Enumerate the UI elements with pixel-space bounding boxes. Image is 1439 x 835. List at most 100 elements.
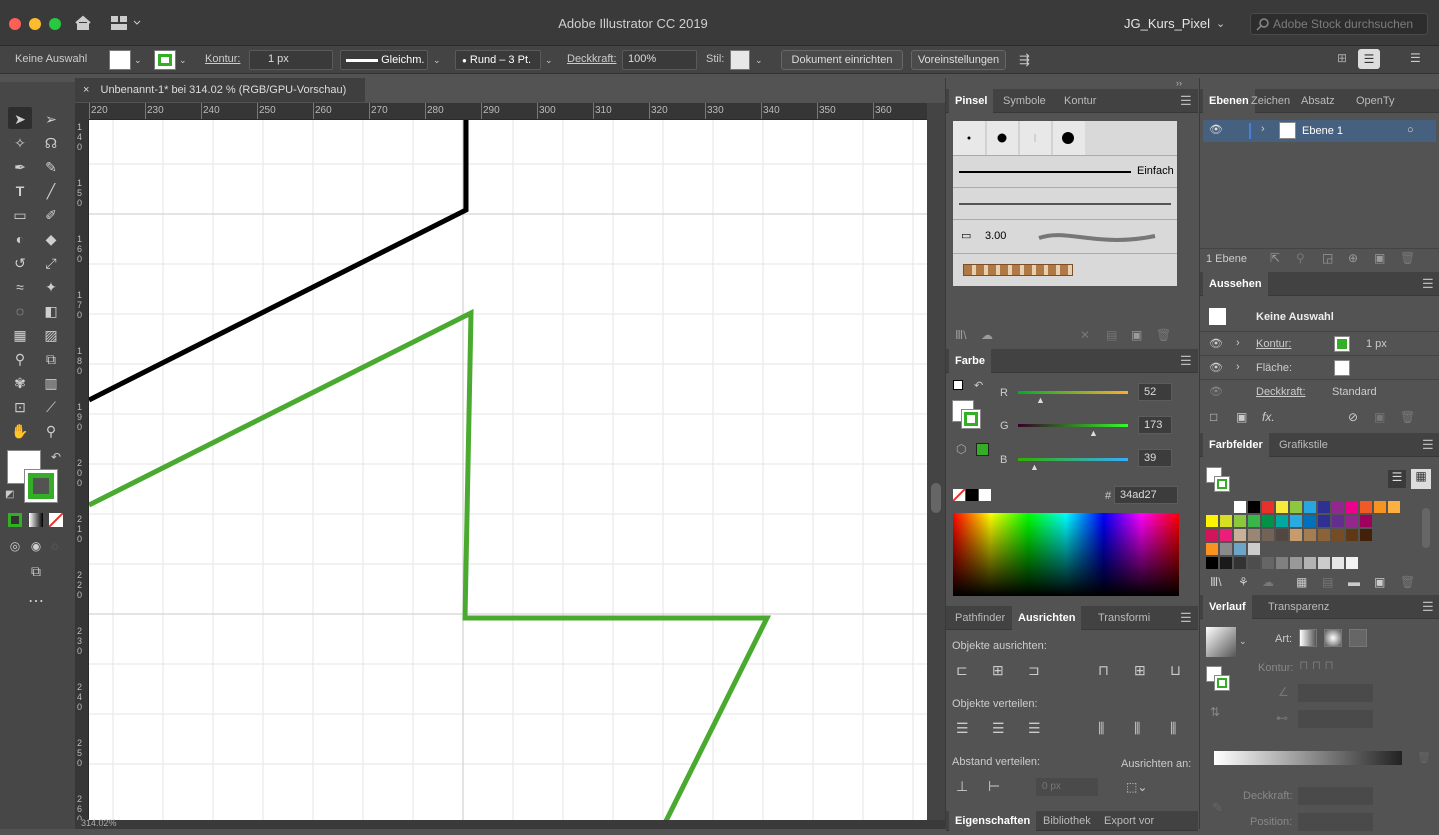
eye-icon[interactable]: 👁 [1209, 385, 1223, 398]
default-colors-icon[interactable]: ◩ [5, 489, 14, 500]
locate-icon[interactable]: ⚲ [1296, 251, 1305, 265]
align-left-icon[interactable]: ⊏ [956, 662, 968, 679]
align-right-icon[interactable]: ⊐ [1028, 662, 1040, 679]
distribute-right-icon[interactable]: ⫼ [1170, 720, 1176, 737]
add-fill-icon[interactable]: ▣ [1236, 410, 1247, 424]
color-swatch[interactable] [1234, 515, 1246, 527]
gradient-position-field[interactable] [1298, 813, 1373, 831]
chevron-right-icon[interactable]: › [1236, 361, 1240, 373]
free-transform-tool-icon[interactable]: ◌ [10, 301, 30, 321]
color-swatch[interactable] [1206, 529, 1218, 541]
color-swatch[interactable] [1332, 529, 1344, 541]
gradient-opacity-field[interactable] [1298, 787, 1373, 805]
align-vcenter-icon[interactable]: ⊞ [1134, 662, 1146, 679]
color-spectrum[interactable] [953, 513, 1179, 596]
trash-icon[interactable]: 🗑 [1417, 751, 1431, 764]
blend-tool-icon[interactable]: ⧉ [41, 349, 61, 369]
kinds-icon[interactable]: ⚘ [1238, 575, 1249, 589]
menu-icon[interactable]: ☰ [1180, 353, 1192, 369]
line-tool-icon[interactable]: ╱ [41, 181, 61, 201]
gradient-tool-icon[interactable]: ▨ [41, 325, 61, 345]
draw-inside-icon[interactable]: ◌ [45, 536, 65, 556]
color-swatch[interactable] [1346, 529, 1358, 541]
stroke-label[interactable]: Kontur: [1256, 338, 1291, 350]
folder-icon[interactable]: ▬ [1348, 575, 1360, 589]
magic-wand-tool-icon[interactable]: ✧ [10, 133, 30, 153]
stroke-weight-field[interactable]: 1 px [249, 50, 333, 70]
collapse-icon[interactable]: ›› [1176, 78, 1182, 88]
new-swatch-icon[interactable]: ▣ [1374, 575, 1385, 589]
color-swatch[interactable] [1304, 557, 1316, 569]
tab-export[interactable]: Export vor [1098, 811, 1160, 835]
cloud-icon[interactable]: ☁ [1262, 575, 1274, 589]
swap-fill-stroke-icon[interactable]: ↶ [51, 450, 61, 464]
horizontal-ruler[interactable]: 220 230 240 250 260 270 280 290 300 310 320 330 340 3… [89, 103, 927, 120]
selection-tool-icon[interactable]: ➤ [10, 109, 30, 129]
appearance-fill-row[interactable]: 👁 › Fläche: [1200, 355, 1439, 379]
color-swatch[interactable] [1220, 515, 1232, 527]
color-swatch[interactable] [1248, 543, 1260, 555]
variable-width-profile[interactable]: Gleichm. [340, 50, 428, 70]
gradient-mode-icon[interactable] [29, 513, 43, 527]
b-field[interactable]: 39 [1138, 449, 1172, 467]
edit-toolbar-icon[interactable]: ⋯ [26, 592, 46, 612]
fill-swatch[interactable] [1334, 360, 1350, 376]
distribute-hspace-icon[interactable]: ⊢ [988, 778, 1000, 795]
tab-transparency[interactable]: Transparenz [1262, 595, 1335, 619]
tab-stroke[interactable]: Kontur [1058, 89, 1102, 113]
slider-thumb-icon[interactable]: ▲ [1030, 462, 1039, 472]
r-slider[interactable] [1018, 391, 1128, 394]
color-swatch[interactable] [1276, 515, 1288, 527]
chevron-down-icon[interactable]: ⌄ [545, 55, 553, 66]
eye-icon[interactable]: 👁 [1209, 337, 1223, 350]
close-tab-icon[interactable]: × [83, 84, 89, 96]
trash-icon[interactable]: 🗑 [1400, 575, 1415, 589]
chevron-down-icon[interactable]: ⌄ [179, 55, 187, 66]
slider-thumb-icon[interactable]: ▲ [1036, 395, 1045, 405]
color-swatch[interactable] [1290, 515, 1302, 527]
chevron-down-icon[interactable]: ⌄ [433, 55, 441, 66]
color-swatch[interactable] [1234, 557, 1246, 569]
chevron-down-icon[interactable]: ⌄ [134, 55, 142, 66]
distribute-hcenter-icon[interactable]: ⫼ [1134, 720, 1140, 737]
clear-icon[interactable]: ⊘ [1348, 410, 1358, 424]
rectangle-tool-icon[interactable]: ▭ [10, 205, 30, 225]
lasso-tool-icon[interactable]: ☊ [41, 133, 61, 153]
color-swatch[interactable] [1234, 543, 1246, 555]
new-brush-icon[interactable]: ▣ [1131, 328, 1142, 342]
tab-gradient[interactable]: Verlauf [1203, 595, 1252, 619]
none-color-icon[interactable] [952, 488, 966, 502]
color-swatch[interactable] [1360, 515, 1372, 527]
direct-selection-tool-icon[interactable]: ➢ [41, 109, 61, 129]
panel-icon[interactable]: ⊞ [1337, 51, 1347, 65]
color-swatch[interactable] [1332, 557, 1344, 569]
color-mode-icon[interactable] [8, 513, 22, 527]
color-swatch[interactable] [1304, 515, 1316, 527]
fx-icon[interactable]: fx. [1262, 410, 1275, 424]
stroke-swatch[interactable] [154, 50, 176, 70]
color-swatch[interactable] [1290, 557, 1302, 569]
adobe-stock-search[interactable]: Adobe Stock durchsuchen [1250, 13, 1428, 35]
tab-pathfinder[interactable]: Pathfinder [949, 606, 1011, 630]
hex-field[interactable]: 34ad27 [1114, 486, 1178, 504]
color-swatch[interactable] [1234, 501, 1246, 513]
opacity-label[interactable]: Deckkraft: [1256, 386, 1306, 398]
appearance-opacity-row[interactable]: 👁 Deckkraft: Standard [1200, 379, 1439, 403]
eyedropper-tool-icon[interactable]: ⚲ [10, 349, 30, 369]
brush-definition[interactable]: ● Rund – 3 Pt. [455, 50, 541, 70]
distribute-bottom-icon[interactable]: ☰ [1028, 720, 1041, 737]
gradient-slider[interactable] [1214, 751, 1402, 765]
workspace-switcher[interactable]: JG_Kurs_Pixel [1124, 16, 1210, 31]
basic-brush[interactable]: Einfach [953, 155, 1177, 187]
chevron-down-icon[interactable]: ⌄ [755, 55, 763, 66]
menu-icon[interactable]: ☰ [1410, 51, 1421, 65]
zoom-tool-icon[interactable]: ⚲ [41, 421, 61, 441]
list-view-icon[interactable]: ☰ [1388, 470, 1406, 488]
color-swatch[interactable] [1248, 515, 1260, 527]
pen-tool-icon[interactable]: ✒ [10, 157, 30, 177]
tab-brushes[interactable]: Pinsel [949, 89, 994, 113]
add-stroke-icon[interactable]: □ [1210, 410, 1217, 424]
chevron-down-icon[interactable]: ⌄ [1216, 17, 1225, 30]
freeform-gradient-icon[interactable] [1349, 629, 1367, 647]
shape-builder-tool-icon[interactable]: ◧ [41, 301, 61, 321]
